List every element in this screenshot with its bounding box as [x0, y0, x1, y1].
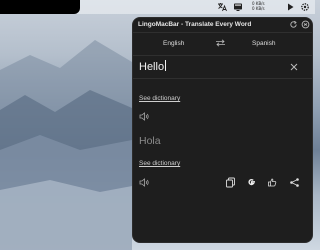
settings-icon[interactable]: [300, 2, 310, 12]
menu-bar: 0 KB/s 0 KB/s: [0, 0, 315, 14]
display-icon[interactable]: [233, 2, 243, 12]
language-bar: English Spanish: [133, 33, 312, 63]
target-language-button[interactable]: Spanish: [252, 40, 276, 47]
power-icon[interactable]: [301, 20, 310, 29]
translator-popover: LingoMacBar - Translate Every Word Engli…: [132, 17, 313, 243]
source-text-value: Hello: [139, 61, 165, 73]
swap-languages-icon[interactable]: [215, 39, 226, 47]
language-divider: [133, 55, 312, 56]
share-icon[interactable]: [289, 177, 300, 188]
source-language-button[interactable]: English: [163, 40, 184, 47]
translated-text: Hola: [139, 135, 161, 147]
feedback-icon[interactable]: [267, 177, 278, 188]
play-icon[interactable]: [285, 2, 295, 12]
close-icon[interactable]: [289, 62, 299, 72]
camera-notch: [0, 0, 80, 14]
network-speed[interactable]: 0 KB/s 0 KB/s: [252, 1, 265, 11]
window-title: LingoMacBar - Translate Every Word: [138, 21, 252, 28]
speaker-icon[interactable]: [139, 112, 149, 121]
source-dictionary-link[interactable]: See dictionary: [139, 95, 180, 102]
google-icon[interactable]: [246, 177, 257, 188]
copy-icon[interactable]: [225, 177, 236, 188]
translate-app-icon[interactable]: [217, 2, 227, 12]
refresh-icon[interactable]: [289, 20, 298, 29]
input-divider: [133, 78, 312, 79]
text-caret: [165, 60, 167, 71]
target-dictionary-link[interactable]: See dictionary: [139, 160, 180, 167]
net-down: 0 KB/s: [252, 6, 265, 11]
source-text-input[interactable]: Hello: [139, 60, 167, 73]
speaker-icon[interactable]: [139, 178, 149, 187]
